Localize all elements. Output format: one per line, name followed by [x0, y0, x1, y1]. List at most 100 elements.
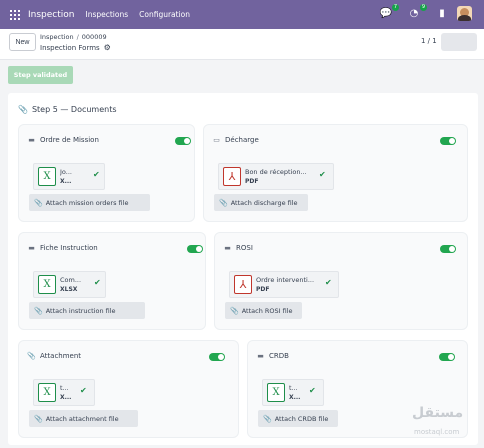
- card-header: ▬ CRDB: [256, 352, 289, 360]
- breadcrumb: Inspection/000009: [40, 33, 107, 41]
- pager-value: 1 / 1: [421, 37, 437, 45]
- pager-buttons[interactable]: [441, 33, 477, 51]
- apps-grid-icon[interactable]: [10, 9, 20, 20]
- file-chip[interactable]: ⅄ Bon de réception... PDF ✔: [218, 163, 334, 190]
- attach-button[interactable]: 📎 Attach CRDB file: [258, 410, 338, 427]
- attach-button[interactable]: 📎 Attach ROSI file: [225, 302, 302, 319]
- file-chip[interactable]: X t... X... ✔: [262, 379, 324, 406]
- file-chip[interactable]: X Com... XLSX ✔: [33, 271, 106, 298]
- file-chip[interactable]: X Jo... X... ✔: [33, 163, 105, 190]
- file-type: X...: [289, 394, 301, 401]
- file-type: PDF: [256, 286, 270, 293]
- check-icon: ✔: [93, 170, 100, 179]
- file-chip[interactable]: ⅄ Ordre interventi... PDF ✔: [229, 271, 339, 298]
- chat-icon[interactable]: 💬 7: [379, 3, 399, 21]
- attach-button[interactable]: 📎 Attach attachment file: [29, 410, 138, 427]
- breadcrumb-record: 000009: [81, 33, 107, 41]
- file-name: Bon de réception...: [245, 168, 307, 176]
- check-icon: ✔: [325, 278, 332, 287]
- card-title: Fiche Instruction: [40, 244, 98, 252]
- menu-configuration[interactable]: Configuration: [139, 10, 190, 19]
- attach-label: Attach discharge file: [230, 198, 298, 207]
- excel-file-icon: X: [38, 167, 56, 186]
- new-button[interactable]: New: [9, 33, 36, 51]
- briefcase-icon: ▬: [224, 244, 231, 252]
- file-name: Com...: [60, 276, 82, 284]
- check-icon: ✔: [94, 278, 101, 287]
- check-icon: ✔: [319, 170, 326, 179]
- excel-file-icon: X: [38, 275, 56, 294]
- toggle-switch[interactable]: [440, 245, 456, 253]
- toggle-switch[interactable]: [187, 245, 203, 253]
- file-name: t...: [289, 384, 298, 392]
- briefcase-icon: ▬: [257, 352, 264, 360]
- card-title: Ordre de Mission: [40, 136, 99, 144]
- apps-list-icon[interactable]: ▮: [435, 7, 449, 21]
- toggle-switch[interactable]: [440, 137, 456, 145]
- card-header: ▬ ROSI: [223, 244, 253, 252]
- pdf-file-icon: ⅄: [223, 167, 241, 186]
- document-card: ▬ ROSI ⅄ Ordre interventi... PDF ✔ 📎 Attac…: [214, 232, 468, 330]
- breadcrumb-inspection[interactable]: Inspection: [40, 33, 74, 41]
- attach-label: Attach CRDB file: [274, 414, 329, 423]
- attach-label: Attach attachment file: [45, 414, 119, 423]
- menu-inspections[interactable]: Inspections: [86, 10, 129, 19]
- attach-button[interactable]: 📎 Attach mission orders file: [29, 194, 150, 211]
- paperclip-icon: 📎: [219, 198, 228, 207]
- paperclip-icon: 📎: [230, 306, 239, 315]
- attach-label: Attach mission orders file: [45, 198, 129, 207]
- watermark-url: mostaql.com: [414, 428, 460, 436]
- attach-label: Attach instruction file: [45, 306, 116, 315]
- paperclip-icon: 📎: [18, 105, 28, 114]
- top-navbar: Inspection Inspections Configuration 💬 7 …: [0, 0, 484, 29]
- paperclip-icon: 📎: [27, 352, 36, 360]
- step-title: 📎 Step 5 — Documents: [18, 105, 117, 114]
- file-chip[interactable]: X t... X... ✔: [33, 379, 95, 406]
- file-name: Jo...: [60, 168, 72, 176]
- card-title: Décharge: [225, 136, 259, 144]
- record-title: Inspection Forms ⚙: [40, 43, 111, 52]
- card-header: ▬ Ordre de Mission: [27, 136, 99, 144]
- record-title-text: Inspection Forms: [40, 43, 100, 52]
- document-icon: ▭: [213, 136, 220, 144]
- document-card: ▭ Décharge ⅄ Bon de réception... PDF ✔ 📎 A…: [203, 124, 468, 222]
- file-type: X...: [60, 394, 72, 401]
- file-name: t...: [60, 384, 69, 392]
- chat-badge: 7: [391, 3, 399, 11]
- paperclip-icon: 📎: [34, 198, 43, 207]
- excel-file-icon: X: [38, 383, 56, 402]
- attach-button[interactable]: 📎 Attach discharge file: [214, 194, 308, 211]
- paperclip-icon: 📎: [34, 306, 43, 315]
- user-avatar[interactable]: [457, 6, 472, 21]
- document-card: ▬ Fiche Instruction X Com... XLSX ✔ 📎 Atta…: [18, 232, 206, 330]
- check-icon: ✔: [80, 386, 87, 395]
- control-panel: New Inspection/000009 Inspection Forms ⚙…: [0, 29, 484, 60]
- activity-clock-icon[interactable]: ◔ 9: [407, 3, 427, 21]
- form-sheet: 📎 Step 5 — Documents ▬ Ordre de Mission X…: [8, 93, 478, 445]
- gear-icon[interactable]: ⚙: [104, 43, 111, 52]
- file-type: XLSX: [60, 286, 78, 293]
- file-type: X...: [60, 178, 72, 185]
- document-card: ▬ CRDB X t... X... ✔ 📎 Attach CRDB file: [247, 340, 468, 438]
- paperclip-icon: 📎: [34, 414, 43, 423]
- app-brand[interactable]: Inspection: [28, 10, 75, 20]
- attach-label: Attach ROSI file: [241, 306, 293, 315]
- status-button[interactable]: Step validated: [8, 66, 73, 84]
- step-title-text: Step 5 — Documents: [31, 105, 117, 114]
- paperclip-icon: 📎: [263, 414, 272, 423]
- card-header: ▭ Décharge: [212, 136, 259, 144]
- document-card: ▬ Ordre de Mission X Jo... X... ✔ 📎 Attach…: [18, 124, 195, 222]
- document-card: 📎 Attachment X t... X... ✔ 📎 Attach attach…: [18, 340, 239, 438]
- folder-icon: ▬: [28, 244, 35, 252]
- card-header: ▬ Fiche Instruction: [27, 244, 98, 252]
- briefcase-icon: ▬: [28, 136, 35, 144]
- card-title: CRDB: [269, 352, 289, 360]
- toggle-switch[interactable]: [175, 137, 191, 145]
- activity-badge: 9: [419, 3, 427, 11]
- toggle-switch[interactable]: [209, 353, 225, 361]
- toggle-switch[interactable]: [439, 353, 455, 361]
- attach-button[interactable]: 📎 Attach instruction file: [29, 302, 145, 319]
- card-title: Attachment: [40, 352, 82, 360]
- excel-file-icon: X: [267, 383, 285, 402]
- watermark-logo: مستقل: [412, 405, 464, 421]
